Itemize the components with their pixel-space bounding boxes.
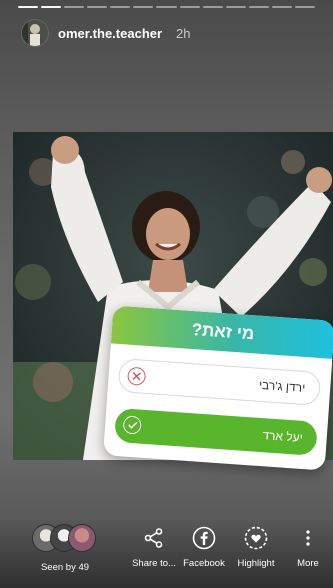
quiz-option-wrong[interactable]: ירדן ג'רבי <box>117 358 322 407</box>
progress-segment <box>179 6 200 8</box>
progress-segment <box>87 6 108 8</box>
highlight-heart-icon <box>242 524 270 552</box>
highlight-label: Highlight <box>237 558 275 569</box>
progress-segment <box>110 6 131 8</box>
story-footer: Seen by 49 Share to... Facebook Highligh… <box>0 518 333 588</box>
progress-segment <box>248 6 269 8</box>
progress-segment <box>225 6 246 8</box>
seen-by-label[interactable]: Seen by 49 <box>20 562 110 573</box>
close-circle-icon <box>127 366 147 386</box>
facebook-label: Facebook <box>183 558 225 569</box>
highlight-button[interactable]: Highlight <box>226 524 286 569</box>
viewer-avatar <box>68 524 96 552</box>
facebook-icon <box>190 524 218 552</box>
viewer-avatars[interactable] <box>32 524 98 552</box>
progress-segment <box>41 6 62 8</box>
more-button[interactable]: More <box>278 524 333 569</box>
check-circle-icon <box>122 415 142 435</box>
quiz-option-label: יעל ארד <box>261 428 304 445</box>
share-label: Share to... <box>132 558 176 569</box>
progress-segment <box>202 6 223 8</box>
more-label: More <box>297 558 319 569</box>
progress-segment <box>156 6 177 8</box>
story-screen: omer.the.teacher 2h מי זאת? ירדן ג'רבי י… <box>0 0 333 588</box>
quiz-option-label: ירדן ג'רבי <box>258 377 306 395</box>
progress-segment <box>18 6 39 8</box>
share-icon <box>140 524 168 552</box>
quiz-option-correct[interactable]: יעל ארד <box>113 407 318 456</box>
username[interactable]: omer.the.teacher <box>58 26 162 41</box>
progress-segment <box>133 6 154 8</box>
progress-segment <box>294 6 316 8</box>
user-avatar[interactable] <box>22 20 48 46</box>
facebook-button[interactable]: Facebook <box>174 524 234 569</box>
progress-segment <box>64 6 85 8</box>
progress-segment <box>271 6 292 8</box>
post-time: 2h <box>176 25 191 41</box>
more-vertical-icon <box>294 524 322 552</box>
story-progress-bar <box>18 6 316 9</box>
quiz-sticker[interactable]: מי זאת? ירדן ג'רבי יעל ארד <box>103 305 333 471</box>
story-header: omer.the.teacher 2h <box>22 20 191 46</box>
